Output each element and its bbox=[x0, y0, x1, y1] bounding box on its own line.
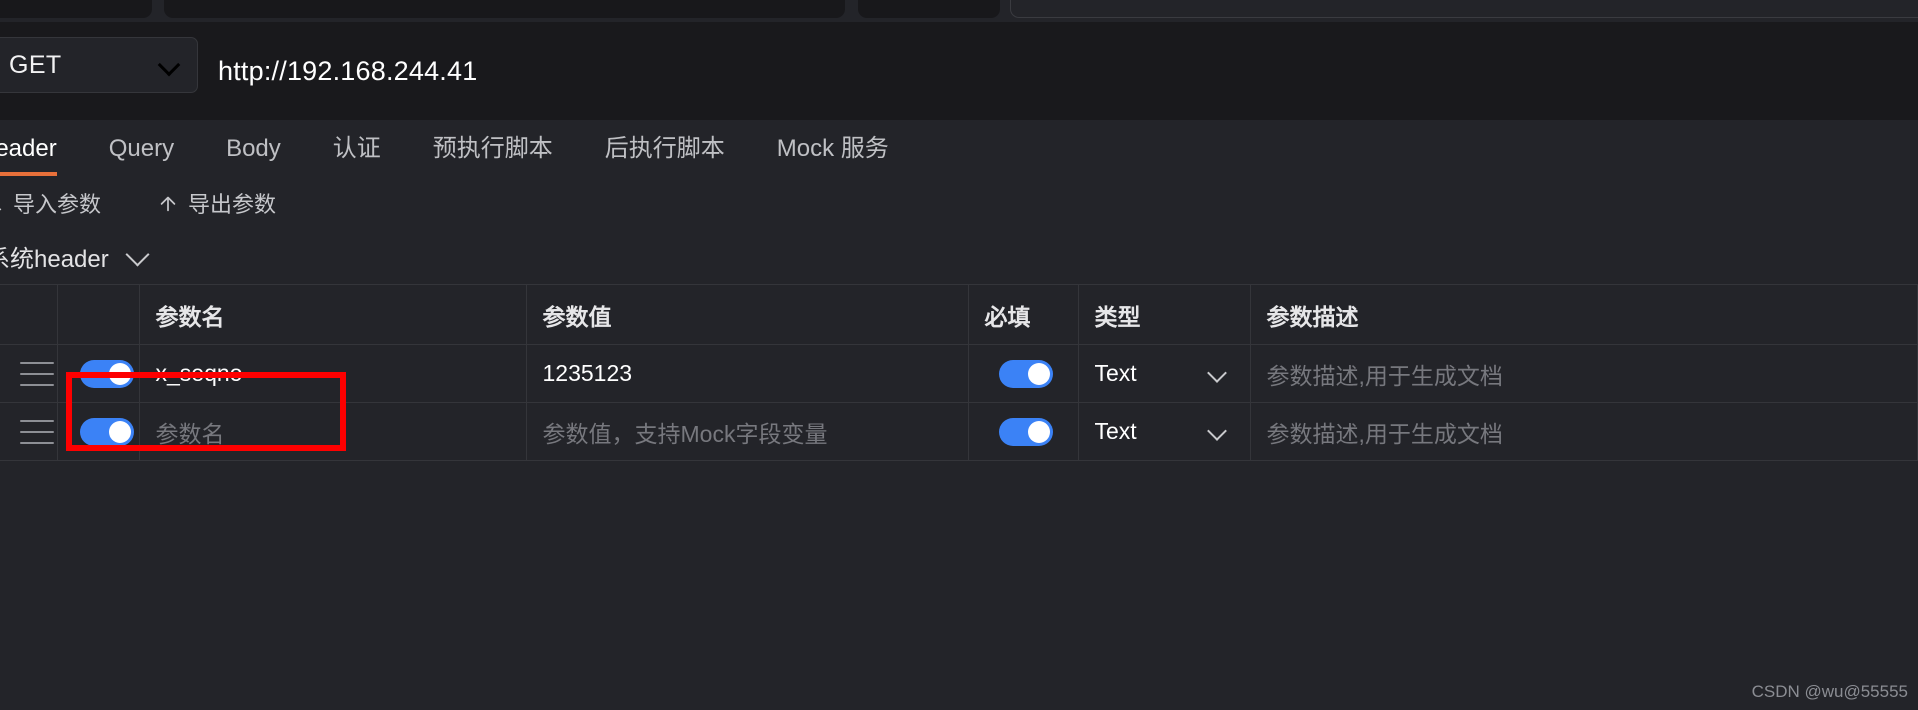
table-row: x_seqno 1235123 Text 参数描述,用于生成文档 bbox=[0, 344, 1918, 403]
column-header-param-name: 参数名 bbox=[139, 284, 527, 345]
tab-Header[interactable]: Header bbox=[0, 135, 57, 176]
chevron-down-icon bbox=[159, 55, 179, 75]
table-body: x_seqno 1235123 Text 参数描述,用于生成文档 参数名 参数值，支持Mo… bbox=[0, 344, 1918, 461]
required-toggle[interactable] bbox=[998, 359, 1053, 388]
param-value-input[interactable]: 1235123 bbox=[543, 360, 633, 386]
enable-param-toggle[interactable] bbox=[79, 417, 134, 446]
window-tab-0[interactable] bbox=[0, 0, 152, 18]
param-name-cell: 参数名 bbox=[139, 402, 527, 461]
drag-handle-icon[interactable] bbox=[20, 361, 54, 386]
param-io-toolbar: 导入参数 导出参数 bbox=[0, 176, 1918, 230]
tab-认证[interactable]: 认证 bbox=[333, 128, 381, 176]
tab-Mock 服务[interactable]: Mock 服务 bbox=[777, 128, 889, 176]
column-header-handle bbox=[0, 284, 58, 345]
http-method-label: GET bbox=[9, 50, 62, 79]
request-url-bar: GET http://192.168.244.41 bbox=[0, 22, 1918, 120]
param-name-cell: x_seqno bbox=[139, 344, 527, 403]
export-params-label: 导出参数 bbox=[188, 192, 277, 217]
column-header-required: 必填 bbox=[968, 284, 1079, 345]
param-name-input[interactable]: x_seqno bbox=[156, 360, 243, 386]
param-value-cell: 1235123 bbox=[526, 344, 969, 403]
header-params-table: 参数名 参数值 必填 类型 参数描述 x_seqno 1235123 Text 参数描… bbox=[0, 284, 1918, 461]
param-value-cell: 参数值，支持Mock字段变量 bbox=[526, 402, 969, 461]
row-drag-cell bbox=[0, 402, 58, 461]
param-type-cell: Text bbox=[1078, 402, 1251, 461]
param-type-cell: Text bbox=[1078, 344, 1251, 403]
window-tab-2[interactable] bbox=[858, 0, 1000, 18]
system-header-section: 系统header bbox=[0, 230, 1918, 282]
system-header-label: 系统header bbox=[0, 245, 109, 273]
tab-预执行脚本[interactable]: 预执行脚本 bbox=[433, 128, 553, 176]
window-tab-3[interactable] bbox=[1010, 0, 1918, 18]
system-header-collapse-toggle[interactable]: 系统header bbox=[0, 239, 151, 274]
csdn-watermark: CSDN @wu@55555 bbox=[1751, 682, 1908, 701]
window-tab-strip bbox=[0, 0, 1918, 22]
param-description-input[interactable]: 参数描述,用于生成文档 bbox=[1267, 421, 1503, 447]
tab-Body[interactable]: Body bbox=[226, 135, 281, 176]
param-type-select[interactable]: Text bbox=[1095, 360, 1250, 387]
table-head: 参数名 参数值 必填 类型 参数描述 bbox=[0, 284, 1918, 345]
import-params-button[interactable]: 导入参数 bbox=[0, 187, 101, 219]
param-description-input[interactable]: 参数描述,用于生成文档 bbox=[1267, 363, 1503, 389]
tab-后执行脚本[interactable]: 后执行脚本 bbox=[605, 128, 725, 176]
param-required-cell bbox=[968, 344, 1079, 403]
column-header-enabled bbox=[57, 284, 140, 345]
import-params-label: 导入参数 bbox=[13, 192, 102, 217]
column-header-param-value: 参数值 bbox=[526, 284, 969, 345]
request-section-tabs: Header Query Body 认证 预执行脚本 后执行脚本 Mock 服务 bbox=[0, 120, 1918, 176]
param-description-cell: 参数描述,用于生成文档 bbox=[1250, 344, 1918, 403]
export-params-button[interactable]: 导出参数 bbox=[157, 187, 276, 219]
column-header-type: 类型 bbox=[1078, 284, 1251, 345]
chevron-down-icon bbox=[127, 244, 151, 268]
upload-export-icon bbox=[157, 192, 179, 214]
drag-handle-icon[interactable] bbox=[20, 419, 54, 444]
param-type-select[interactable]: Text bbox=[1095, 418, 1250, 445]
window-tab-1[interactable] bbox=[164, 0, 845, 18]
param-type-value: Text bbox=[1094, 418, 1137, 444]
http-method-select[interactable]: GET bbox=[0, 37, 198, 93]
row-enabled-cell bbox=[57, 402, 140, 461]
param-type-value: Text bbox=[1094, 360, 1137, 386]
chevron-down-icon bbox=[1208, 422, 1228, 442]
param-required-cell bbox=[968, 402, 1079, 461]
tab-Query[interactable]: Query bbox=[109, 135, 174, 176]
param-name-input[interactable]: 参数名 bbox=[156, 421, 225, 447]
row-drag-cell bbox=[0, 344, 58, 403]
param-description-cell: 参数描述,用于生成文档 bbox=[1250, 402, 1918, 461]
column-header-description: 参数描述 bbox=[1250, 284, 1918, 345]
table-row: 参数名 参数值，支持Mock字段变量 Text 参数描述,用于生成文档 bbox=[0, 402, 1918, 461]
download-import-icon bbox=[0, 192, 4, 214]
enable-param-toggle[interactable] bbox=[79, 359, 134, 388]
request-url-text[interactable]: http://192.168.244.41 bbox=[218, 22, 477, 120]
row-enabled-cell bbox=[57, 344, 140, 403]
param-value-input[interactable]: 参数值，支持Mock字段变量 bbox=[543, 421, 828, 447]
table-header-row: 参数名 参数值 必填 类型 参数描述 bbox=[0, 284, 1918, 345]
chevron-down-icon bbox=[1208, 364, 1228, 384]
required-toggle[interactable] bbox=[998, 417, 1053, 446]
